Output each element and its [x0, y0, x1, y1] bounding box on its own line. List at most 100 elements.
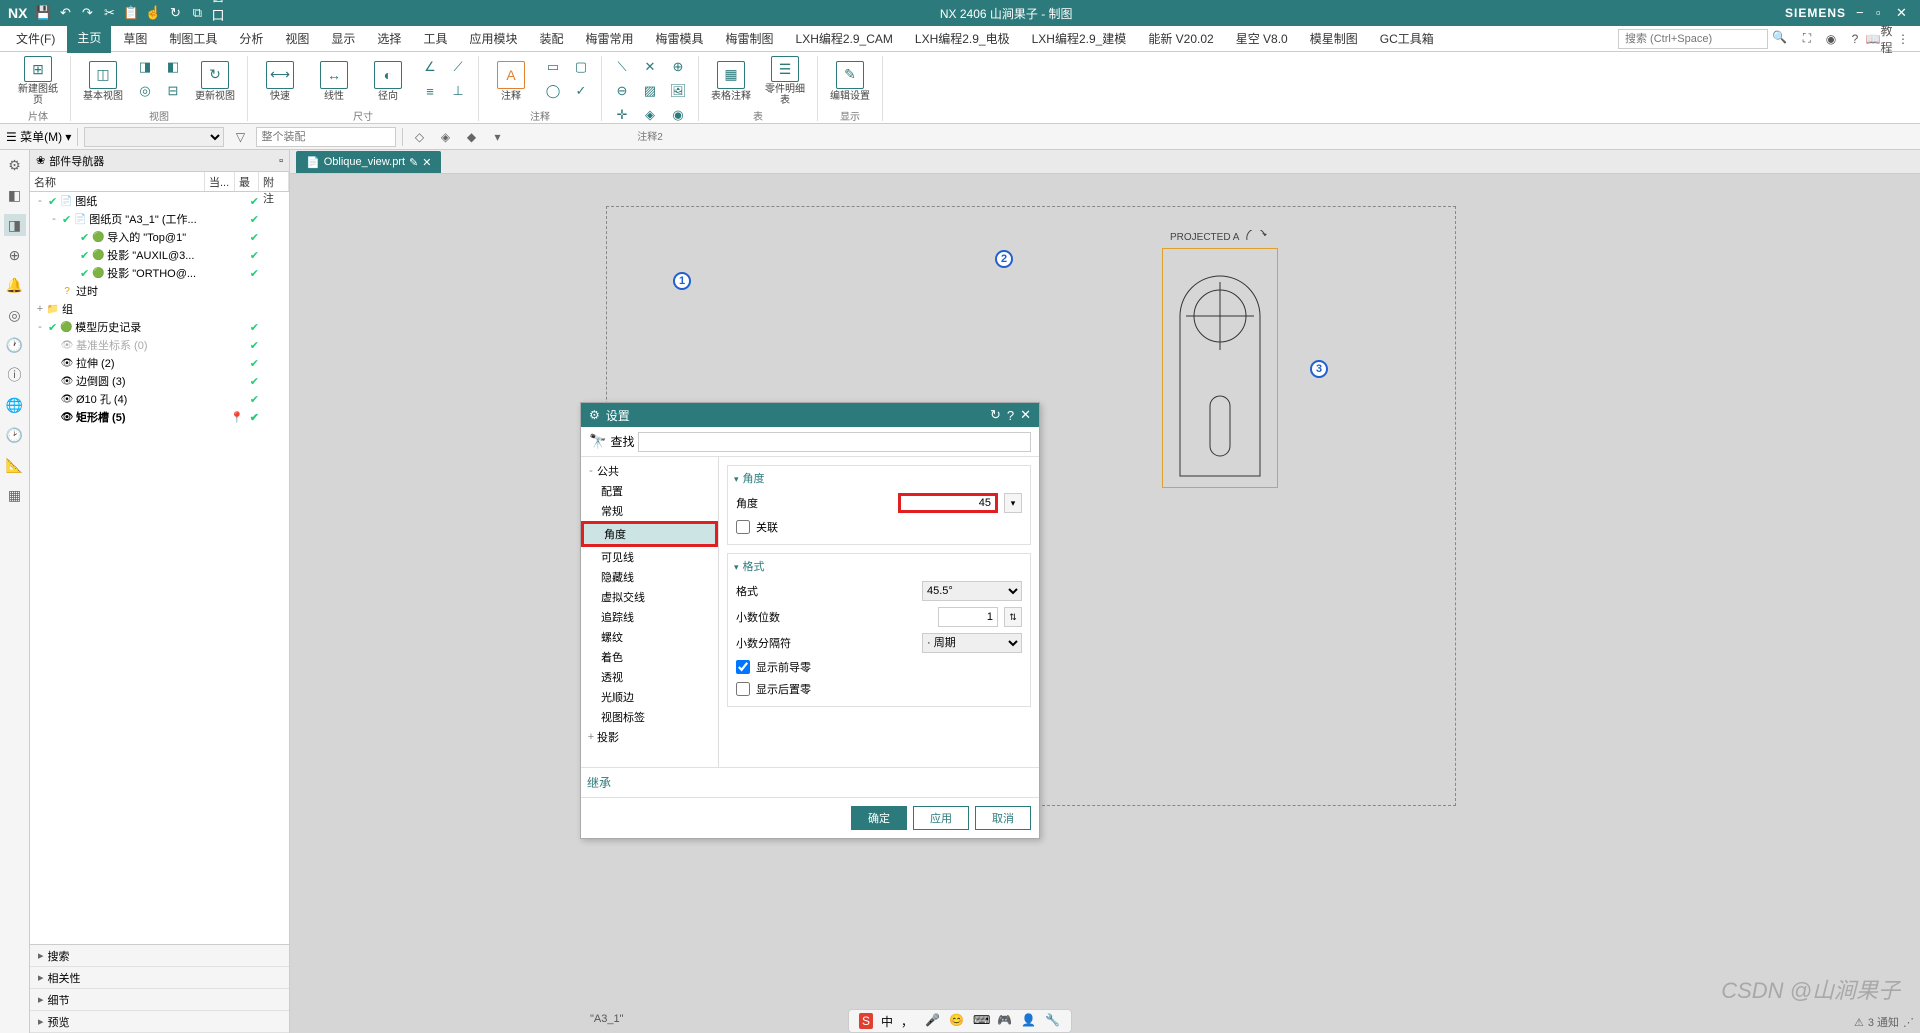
tab-close-icon[interactable]: ✕: [422, 156, 431, 169]
projected-view-icon[interactable]: ◨: [133, 56, 157, 78]
restore-icon[interactable]: ▫: [1876, 5, 1892, 21]
section-view-icon[interactable]: ◧: [161, 56, 185, 78]
linear-dim-button[interactable]: ↔线性: [310, 56, 358, 106]
bolt-circle-icon[interactable]: ◉: [666, 104, 690, 126]
palette-icon[interactable]: ▦: [4, 484, 26, 506]
search-icon[interactable]: 🔍: [1772, 30, 1790, 48]
save-icon[interactable]: 💾: [35, 5, 51, 21]
menu-xingkong[interactable]: 星空 V8.0: [1226, 26, 1298, 51]
menu-home[interactable]: 主页: [67, 25, 111, 53]
datum-icon[interactable]: ▢: [569, 56, 593, 78]
ime-game-icon[interactable]: 🎮: [997, 1013, 1013, 1029]
dlgtree-common[interactable]: -公共: [581, 461, 718, 481]
feature-control-icon[interactable]: ▭: [541, 56, 565, 78]
dlgtree-virtual[interactable]: 虚拟交线: [581, 587, 718, 607]
tree-extrude[interactable]: 👁拉伸 (2)✔: [30, 354, 289, 372]
redo-icon[interactable]: ↷: [79, 5, 95, 21]
target-point-icon[interactable]: ✕: [638, 56, 662, 78]
chamfer-dim-icon[interactable]: ⟋: [446, 56, 470, 78]
tree-proj-auxil[interactable]: ✔🟢投影 "AUXIL@3...✔: [30, 246, 289, 264]
tree-imported-top[interactable]: ✔🟢导入的 "Top@1"✔: [30, 228, 289, 246]
leading-zero-checkbox[interactable]: [736, 660, 750, 674]
tree-edge-blend[interactable]: 👁边倒圆 (3)✔: [30, 372, 289, 390]
selection-filter-combo[interactable]: [84, 127, 224, 147]
help-icon[interactable]: ?: [1846, 30, 1864, 48]
reuse-icon[interactable]: ◎: [4, 304, 26, 326]
col-latest[interactable]: 最: [235, 172, 259, 191]
tabular-note-button[interactable]: ▦表格注释: [707, 56, 755, 106]
dlgtree-shading[interactable]: 着色: [581, 647, 718, 667]
decimals-spinner[interactable]: ⇅: [1004, 607, 1022, 627]
menu-button[interactable]: ☰ 菜单(M) ▾: [6, 128, 71, 145]
tree-drawing[interactable]: -✔📄图纸✔: [30, 192, 289, 210]
apply-button[interactable]: 应用: [913, 806, 969, 830]
snap-icon[interactable]: ◇: [409, 127, 429, 147]
info-icon[interactable]: ⓘ: [4, 364, 26, 386]
ime-mic-icon[interactable]: 🎤: [925, 1013, 941, 1029]
dlgtree-general[interactable]: 常规: [581, 501, 718, 521]
group-angle-title[interactable]: 角度: [728, 466, 1030, 490]
menu-display[interactable]: 显示: [321, 26, 365, 51]
measure-icon[interactable]: 📐: [4, 454, 26, 476]
dlgtree-visible[interactable]: 可见线: [581, 547, 718, 567]
menu-moxing[interactable]: 模星制图: [1300, 26, 1368, 51]
menu-meilei-draft[interactable]: 梅雷制图: [716, 26, 784, 51]
hatch-icon[interactable]: ▨: [638, 80, 662, 102]
menu-assembly[interactable]: 装配: [529, 26, 573, 51]
clock-icon[interactable]: 🕑: [4, 424, 26, 446]
break-view-icon[interactable]: ⊟: [161, 80, 185, 102]
dlgtree-smooth[interactable]: 光顺边: [581, 687, 718, 707]
intersection-icon[interactable]: ⊕: [666, 56, 690, 78]
angular-dim-icon[interactable]: ∠: [418, 56, 442, 78]
menu-lxh-cam[interactable]: LXH编程2.9_CAM: [786, 26, 903, 51]
tree-proj-ortho[interactable]: ✔🟢投影 "ORTHO@...✔: [30, 264, 289, 282]
tree-hole[interactable]: 👁Ø10 孔 (4)✔: [30, 390, 289, 408]
dlgtree-perspective[interactable]: 透视: [581, 667, 718, 687]
ime-emoji-icon[interactable]: 😊: [949, 1013, 965, 1029]
notification-icon[interactable]: ⚠: [1854, 1016, 1864, 1029]
radial-dim-button[interactable]: ◐径向: [364, 56, 412, 106]
history-icon[interactable]: 🕐: [4, 334, 26, 356]
notification-count[interactable]: 3 通知: [1868, 1014, 1899, 1030]
thickness-dim-icon[interactable]: ≡: [418, 80, 442, 102]
browser-icon[interactable]: 🌐: [4, 394, 26, 416]
rapid-dim-button[interactable]: ⟷快速: [256, 56, 304, 106]
record-icon[interactable]: ◉: [1822, 30, 1840, 48]
centerline-icon[interactable]: ⊖: [610, 80, 634, 102]
menu-lxh-model[interactable]: LXH编程2.9_建模: [1022, 26, 1137, 51]
fullscreen-icon[interactable]: ⛶: [1798, 30, 1816, 48]
menu-tools[interactable]: 工具: [413, 26, 457, 51]
menu-meilei-common[interactable]: 梅雷常用: [575, 26, 643, 51]
menu-gctoolbox[interactable]: GC工具箱: [1370, 26, 1444, 51]
menu-more-icon[interactable]: ⋮: [1894, 30, 1912, 48]
dlgtree-viewlabel[interactable]: 视图标签: [581, 707, 718, 727]
ordinate-dim-icon[interactable]: ⊥: [446, 80, 470, 102]
cube-icon[interactable]: ◧: [4, 184, 26, 206]
image-icon[interactable]: 🖼: [666, 80, 690, 102]
acc-details[interactable]: ▸细节: [30, 989, 289, 1011]
col-name[interactable]: 名称: [30, 172, 205, 191]
ime-punct-icon[interactable]: ，: [901, 1013, 917, 1029]
acc-preview[interactable]: ▸预览: [30, 1011, 289, 1033]
parts-list-button[interactable]: ☰零件明细表: [761, 56, 809, 106]
menu-analysis[interactable]: 分析: [229, 26, 273, 51]
ok-button[interactable]: 确定: [851, 806, 907, 830]
edit-settings-button[interactable]: ✎编辑设置: [826, 56, 874, 106]
dialog-close-icon[interactable]: ✕: [1020, 407, 1031, 423]
tree-model-history[interactable]: -✔🟢模型历史记录✔: [30, 318, 289, 336]
tree-datum-csys[interactable]: 👁基准坐标系 (0)✔: [30, 336, 289, 354]
detail-view-icon[interactable]: ◎: [133, 80, 157, 102]
tree-group[interactable]: +📁组: [30, 300, 289, 318]
dialog-titlebar[interactable]: ⚙ 设置 ↻ ? ✕: [581, 403, 1039, 427]
format-select[interactable]: 45.5°: [922, 581, 1022, 601]
close-icon[interactable]: ✕: [1896, 5, 1912, 21]
acc-dependency[interactable]: ▸相关性: [30, 967, 289, 989]
inherit-title[interactable]: 继承: [587, 774, 1033, 791]
acc-search[interactable]: ▸搜索: [30, 945, 289, 967]
part-navigator-icon[interactable]: ◨: [4, 214, 26, 236]
menu-application[interactable]: 应用模块: [459, 26, 527, 51]
tree-sheet-a3[interactable]: -✔📄图纸页 "A3_1" (工作...✔: [30, 210, 289, 228]
ime-sogou-icon[interactable]: S: [859, 1013, 873, 1029]
pin-icon[interactable]: ▫: [279, 155, 283, 167]
dialog-search-input[interactable]: [638, 432, 1031, 452]
